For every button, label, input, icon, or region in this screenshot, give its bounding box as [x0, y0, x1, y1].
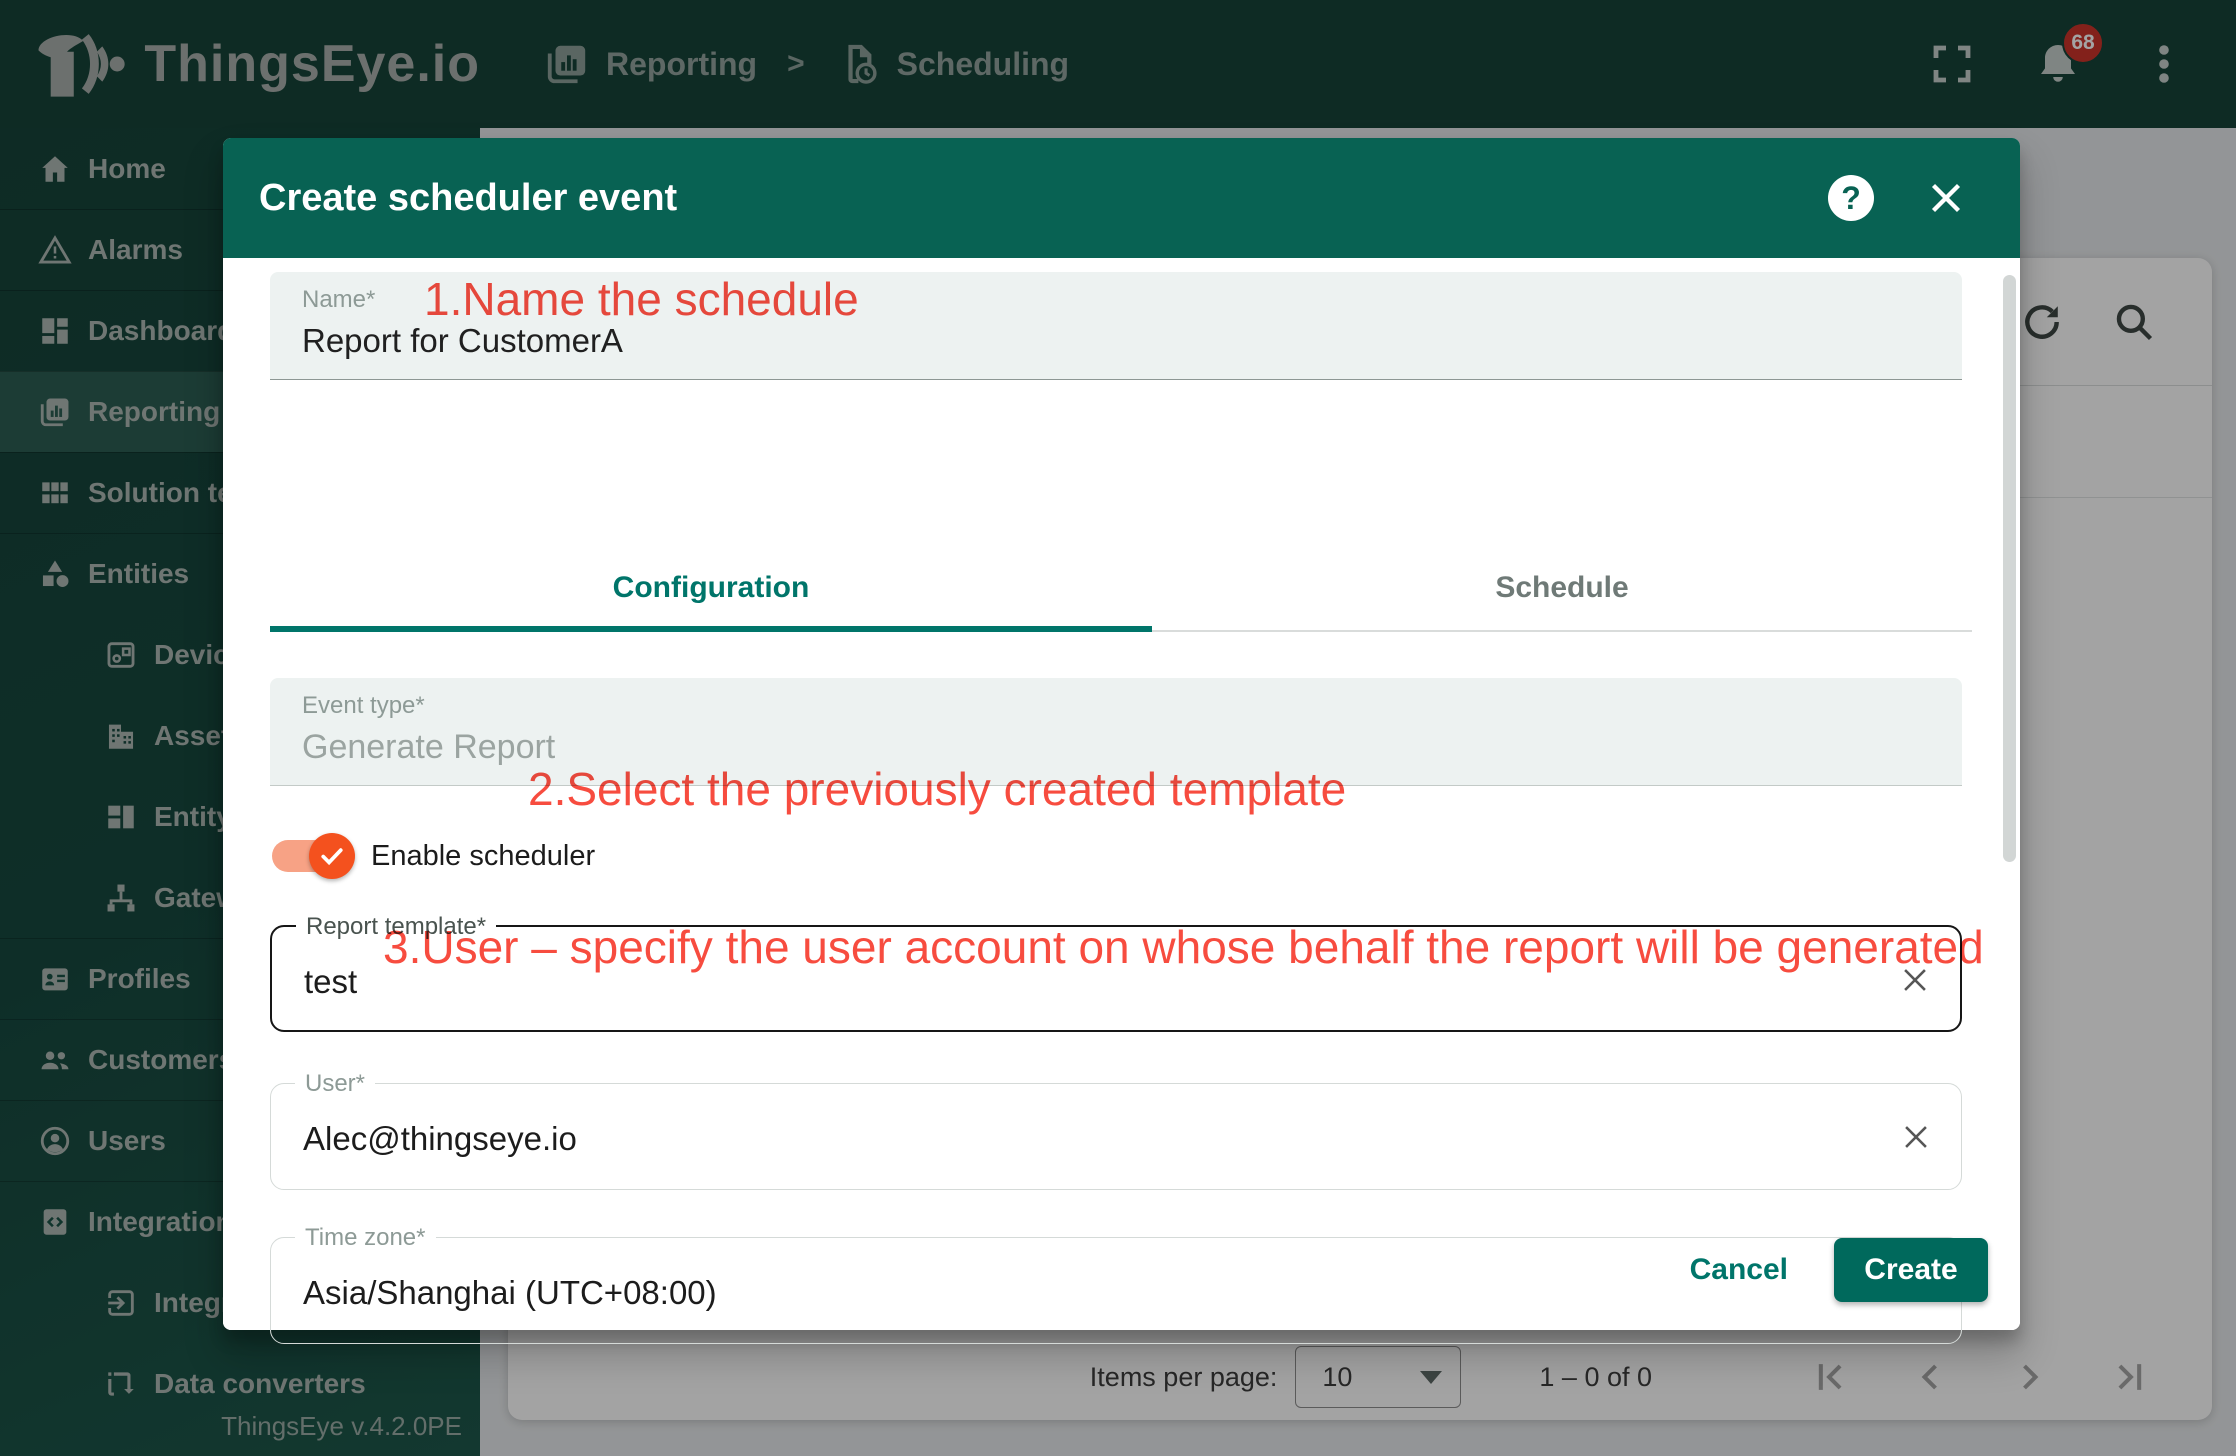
- timezone-field-label: Time zone*: [295, 1224, 436, 1252]
- report-template-field-value: test: [304, 963, 357, 1001]
- create-button[interactable]: Create: [1834, 1238, 1988, 1302]
- cancel-button[interactable]: Cancel: [1690, 1253, 1788, 1287]
- tab-configuration[interactable]: Configuration: [270, 550, 1152, 626]
- user-field[interactable]: User* Alec@thingseye.io: [270, 1083, 1962, 1190]
- enable-scheduler-label: Enable scheduler: [371, 840, 595, 873]
- dialog-tabs: Configuration Schedule: [270, 550, 1972, 632]
- report-template-field-label: Report template*: [296, 913, 496, 941]
- clear-user-button[interactable]: [1899, 1120, 1933, 1154]
- name-field-label: Name*: [302, 286, 375, 314]
- close-icon: [1926, 178, 1966, 218]
- modal-scrollbar[interactable]: [2003, 275, 2016, 862]
- dialog-header: Create scheduler event ?: [223, 138, 2020, 258]
- dialog-actions: Cancel Create: [1690, 1238, 1988, 1302]
- event-type-field-label: Event type*: [302, 692, 425, 720]
- dialog-title: Create scheduler event: [259, 177, 677, 220]
- event-type-field: Event type* Generate Report: [270, 678, 1962, 786]
- close-dialog-button[interactable]: [1926, 178, 1966, 218]
- name-field[interactable]: Name* Report for CustomerA: [270, 272, 1962, 380]
- dialog-body: Name* Report for CustomerA Configuration…: [223, 258, 2020, 1330]
- active-tab-indicator: [270, 626, 1152, 632]
- event-type-field-value: Generate Report: [302, 728, 555, 767]
- tab-schedule[interactable]: Schedule: [1152, 550, 1972, 626]
- help-button[interactable]: ?: [1828, 175, 1874, 221]
- toggle-thumb: [309, 833, 355, 879]
- create-scheduler-event-dialog: Create scheduler event ? Name* Report fo…: [223, 138, 2020, 1330]
- tab-underline: [1152, 630, 1972, 632]
- report-template-field[interactable]: Report template* test: [270, 925, 1962, 1032]
- help-icon: ?: [1841, 180, 1861, 217]
- user-field-value: Alec@thingseye.io: [303, 1120, 577, 1158]
- app-root: ThingsEye.io Reporting > Scheduling: [0, 0, 2236, 1456]
- clear-report-template-button[interactable]: [1898, 963, 1932, 997]
- toggle-switch[interactable]: [272, 840, 343, 872]
- clear-icon: [1899, 1120, 1933, 1154]
- user-field-label: User*: [295, 1070, 375, 1098]
- clear-icon: [1898, 963, 1932, 997]
- timezone-field-value: Asia/Shanghai (UTC+08:00): [303, 1274, 717, 1312]
- name-field-value: Report for CustomerA: [302, 322, 623, 360]
- enable-scheduler-toggle-row[interactable]: Enable scheduler: [272, 818, 595, 894]
- check-icon: [318, 842, 346, 870]
